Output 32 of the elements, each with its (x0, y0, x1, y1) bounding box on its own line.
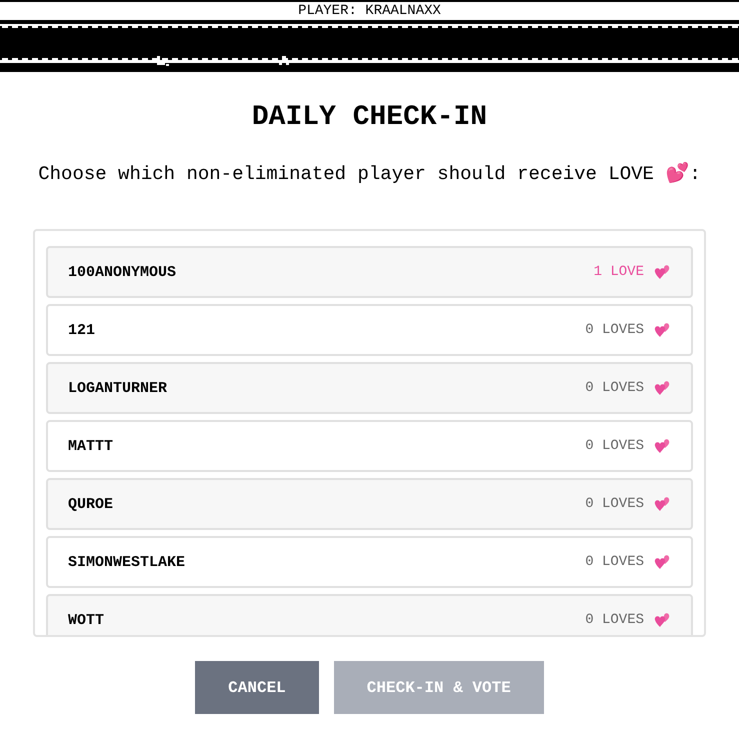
hearts-icon (653, 380, 671, 396)
love-count: 0 LOVES (585, 554, 644, 570)
love-count: 0 LOVES (585, 322, 644, 338)
hearts-icon (653, 496, 671, 512)
hearts-icon (653, 264, 671, 280)
player-name: LOGANTURNER (68, 380, 168, 396)
player-name: 121 (68, 322, 96, 338)
prompt-text: Choose which non-eliminated player should receive LOVE 💕: (38, 161, 701, 185)
love-count: 0 LOVES (585, 380, 644, 396)
player-name: WOTT (68, 612, 104, 628)
player-row[interactable]: LOGANTURNER 0 LOVES (46, 362, 693, 414)
player-name: SIMONWESTLAKE (68, 554, 186, 570)
love-count: 0 LOVES (585, 496, 644, 512)
player-name: MATTT (68, 438, 114, 454)
player-name: QUROE (68, 496, 114, 512)
cancel-button[interactable]: CANCEL (195, 661, 319, 714)
love-count: 0 LOVES (585, 612, 644, 628)
hearts-icon (653, 554, 671, 570)
player-row[interactable]: 100ANONYMOUS 1 LOVE (46, 246, 693, 298)
player-label: PLAYER: KRAALNAXX (298, 3, 441, 19)
hearts-icon (653, 322, 671, 338)
player-row[interactable]: QUROE 0 LOVES (46, 478, 693, 530)
love-count: 1 LOVE (594, 264, 644, 280)
player-row[interactable]: MATTT 0 LOVES (46, 420, 693, 472)
hearts-icon (653, 438, 671, 454)
love-count: 0 LOVES (585, 438, 644, 454)
player-row[interactable]: SIMONWESTLAKE 0 LOVES (46, 536, 693, 588)
player-name: 100ANONYMOUS (68, 264, 176, 280)
dialog-title: DAILY CHECK-IN (252, 102, 488, 133)
player-row[interactable]: WOTT 0 LOVES (46, 594, 693, 635)
player-row[interactable]: 121 0 LOVES (46, 304, 693, 356)
hearts-icon (653, 612, 671, 628)
